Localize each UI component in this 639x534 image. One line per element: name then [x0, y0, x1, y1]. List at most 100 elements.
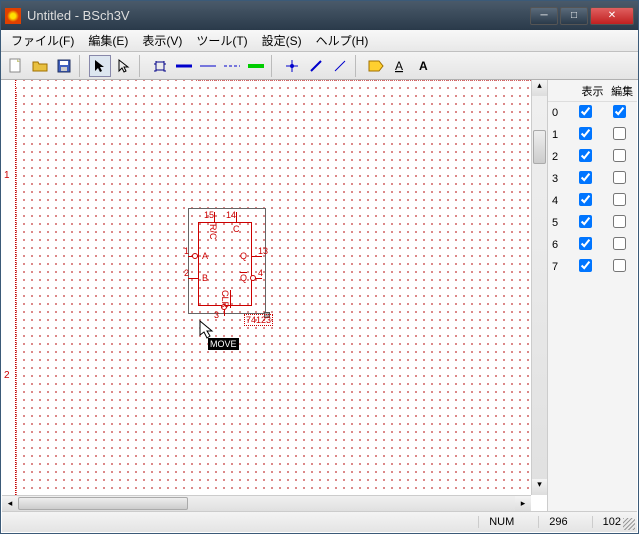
part-number[interactable]: 74123: [244, 314, 273, 326]
entry2-tool[interactable]: [329, 55, 351, 77]
toolbar: A A: [1, 52, 638, 80]
pin-15: [214, 212, 215, 222]
grid-line: [16, 92, 17, 495]
header-edit: 編集: [607, 83, 637, 99]
menu-tool[interactable]: ツール(T): [190, 30, 253, 51]
window-title: Untitled - BSch3V: [27, 8, 530, 23]
layer-num: 2: [552, 151, 568, 163]
layer-edit-checkbox-5[interactable]: [613, 215, 626, 228]
label-b: B: [202, 273, 208, 283]
layer-show-checkbox-6[interactable]: [579, 237, 592, 250]
titlebar[interactable]: Untitled - BSch3V ─ □ ✕: [1, 1, 638, 30]
drag-tool[interactable]: [113, 55, 135, 77]
pin-bubble: [250, 275, 256, 281]
layer-num: 6: [552, 239, 568, 251]
grid-line: [196, 80, 531, 81]
selected-component[interactable]: 15 R/C 14 C 1 A 2 B 13 Q: [184, 218, 280, 336]
label-a: A: [202, 251, 208, 261]
layer-edit-checkbox-2[interactable]: [613, 149, 626, 162]
status-x: 296: [538, 516, 577, 528]
layer-edit-checkbox-7[interactable]: [613, 259, 626, 272]
window-controls: ─ □ ✕: [530, 7, 634, 25]
menu-file[interactable]: ファイル(F): [5, 30, 80, 51]
layer-row-7: 7: [548, 256, 637, 278]
scroll-left-button[interactable]: ◂: [2, 496, 18, 511]
marker-tool[interactable]: [245, 55, 267, 77]
layer-show-checkbox-3[interactable]: [579, 171, 592, 184]
content-area: A B C 1 2 15 R/C: [2, 80, 637, 511]
label-q: Q: [240, 251, 247, 261]
layer-num: 0: [552, 107, 568, 119]
tag-tool[interactable]: [365, 55, 387, 77]
separator: [139, 55, 145, 77]
layer-row-2: 2: [548, 146, 637, 168]
menu-view[interactable]: 表示(V): [136, 30, 188, 51]
layer-num: 1: [552, 129, 568, 141]
entry-tool[interactable]: [305, 55, 327, 77]
component-tool[interactable]: [149, 55, 171, 77]
layer-show-checkbox-4[interactable]: [579, 193, 592, 206]
layer-panel: 表示 編集 0 1 2 3 4 5 6 7: [547, 80, 637, 511]
resize-grip[interactable]: [623, 518, 635, 530]
ruler-left: 1 2: [2, 80, 16, 495]
menubar: ファイル(F) 編集(E) 表示(V) ツール(T) 設定(S) ヘルプ(H): [1, 30, 638, 52]
label-tool[interactable]: A: [389, 55, 411, 77]
minimize-button[interactable]: ─: [530, 7, 558, 25]
pin-2: [188, 278, 198, 279]
maximize-button[interactable]: □: [560, 7, 588, 25]
layer-show-checkbox-0[interactable]: [579, 105, 592, 118]
layer-edit-checkbox-4[interactable]: [613, 193, 626, 206]
close-button[interactable]: ✕: [590, 7, 634, 25]
layer-row-1: 1: [548, 124, 637, 146]
layer-edit-checkbox-0[interactable]: [613, 105, 626, 118]
layer-show-checkbox-7[interactable]: [579, 259, 592, 272]
wire-tool[interactable]: [197, 55, 219, 77]
label-rc: R/C: [208, 224, 218, 240]
hscroll-thumb[interactable]: [18, 497, 188, 510]
layer-show-checkbox-5[interactable]: [579, 215, 592, 228]
select-tool[interactable]: [89, 55, 111, 77]
layer-edit-checkbox-1[interactable]: [613, 127, 626, 140]
dash-tool[interactable]: [221, 55, 243, 77]
layer-num: 5: [552, 217, 568, 229]
svg-text:A: A: [419, 59, 428, 73]
junction-tool[interactable]: [281, 55, 303, 77]
layer-num: 7: [552, 261, 568, 273]
app-window: Untitled - BSch3V ─ □ ✕ ファイル(F) 編集(E) 表示…: [0, 0, 639, 534]
scroll-up-button[interactable]: ▴: [532, 80, 547, 96]
separator: [271, 55, 277, 77]
scroll-right-button[interactable]: ▸: [515, 496, 531, 511]
label-c: C: [233, 224, 240, 234]
menu-edit[interactable]: 編集(E): [82, 30, 134, 51]
schematic-canvas[interactable]: 15 R/C 14 C 1 A 2 B 13 Q: [16, 80, 531, 495]
layer-row-6: 6: [548, 234, 637, 256]
scroll-down-button[interactable]: ▾: [532, 479, 547, 495]
horizontal-scrollbar[interactable]: ◂ ▸: [2, 495, 531, 511]
vertical-scrollbar[interactable]: ▴ ▾: [531, 80, 547, 495]
open-button[interactable]: [29, 55, 51, 77]
menu-help[interactable]: ヘルプ(H): [310, 30, 375, 51]
statusbar: NUM 296 102: [2, 511, 637, 532]
vscroll-thumb[interactable]: [533, 130, 546, 164]
new-button[interactable]: [5, 55, 27, 77]
pin-label-2: 2: [184, 268, 189, 278]
label-qn: Q: [240, 273, 247, 283]
layer-header: 表示 編集: [548, 80, 637, 102]
pin-label-15: 15: [204, 210, 214, 220]
pin-13: [252, 256, 262, 257]
text-tool[interactable]: A: [413, 55, 435, 77]
layer-edit-checkbox-6[interactable]: [613, 237, 626, 250]
svg-text:A: A: [395, 59, 403, 73]
cursor-mode-badge: MOVE: [208, 338, 239, 350]
bus-tool[interactable]: [173, 55, 195, 77]
pin-14: [236, 212, 237, 222]
layer-show-checkbox-1[interactable]: [579, 127, 592, 140]
layer-edit-checkbox-3[interactable]: [613, 171, 626, 184]
header-show: 表示: [578, 83, 608, 99]
layer-row-3: 3: [548, 168, 637, 190]
layer-num: 4: [552, 195, 568, 207]
pin-label-14: 14: [226, 210, 236, 220]
save-button[interactable]: [53, 55, 75, 77]
menu-settings[interactable]: 設定(S): [256, 30, 308, 51]
layer-show-checkbox-2[interactable]: [579, 149, 592, 162]
